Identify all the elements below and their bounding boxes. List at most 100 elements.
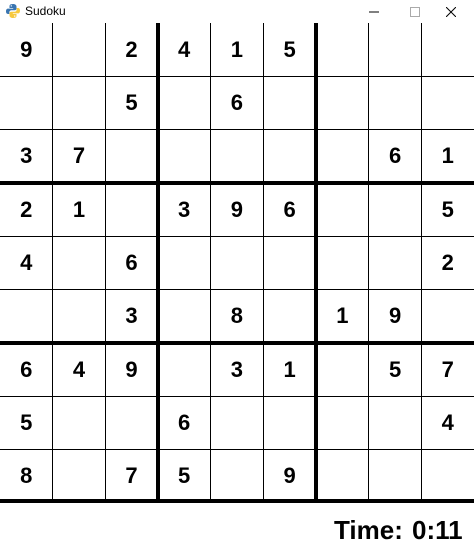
sudoku-cell-r5-c8[interactable] bbox=[369, 236, 422, 289]
sudoku-cell-r6-c8[interactable]: 9 bbox=[369, 290, 422, 343]
sudoku-cell-r4-c5[interactable]: 9 bbox=[211, 183, 264, 236]
sudoku-cell-r5-c6[interactable] bbox=[263, 236, 316, 289]
sudoku-cell-r9-c1[interactable]: 8 bbox=[0, 450, 53, 503]
minimize-button[interactable] bbox=[351, 0, 397, 23]
grid-line-vertical bbox=[368, 23, 370, 503]
sudoku-cell-r6-c5[interactable]: 8 bbox=[211, 290, 264, 343]
sudoku-cell-r2-c5[interactable]: 6 bbox=[211, 76, 264, 129]
sudoku-cell-r6-c4[interactable] bbox=[158, 290, 211, 343]
sudoku-cell-r4-c1[interactable]: 2 bbox=[0, 183, 53, 236]
sudoku-cell-r2-c3[interactable]: 5 bbox=[105, 76, 158, 129]
sudoku-cell-r9-c9[interactable] bbox=[421, 450, 474, 503]
sudoku-cell-r1-c4[interactable]: 4 bbox=[158, 23, 211, 76]
sudoku-cell-r3-c7[interactable] bbox=[316, 130, 369, 183]
sudoku-cell-r3-c1[interactable]: 3 bbox=[0, 130, 53, 183]
sudoku-cell-r4-c2[interactable]: 1 bbox=[53, 183, 106, 236]
sudoku-cell-r6-c3[interactable]: 3 bbox=[105, 290, 158, 343]
sudoku-cell-r7-c9[interactable]: 7 bbox=[421, 343, 474, 396]
sudoku-cell-r5-c3[interactable]: 6 bbox=[105, 236, 158, 289]
sudoku-cell-r8-c4[interactable]: 6 bbox=[158, 396, 211, 449]
sudoku-cell-r8-c7[interactable] bbox=[316, 396, 369, 449]
sudoku-cell-r3-c2[interactable]: 7 bbox=[53, 130, 106, 183]
sudoku-cell-r4-c6[interactable]: 6 bbox=[263, 183, 316, 236]
sudoku-cell-r1-c1[interactable]: 9 bbox=[0, 23, 53, 76]
sudoku-cell-r9-c8[interactable] bbox=[369, 450, 422, 503]
grid-line-vertical bbox=[104, 23, 106, 503]
sudoku-cell-r7-c8[interactable]: 5 bbox=[369, 343, 422, 396]
sudoku-cell-r5-c7[interactable] bbox=[316, 236, 369, 289]
sudoku-cell-r4-c4[interactable]: 3 bbox=[158, 183, 211, 236]
sudoku-cell-r6-c2[interactable] bbox=[53, 290, 106, 343]
grid-line-vertical bbox=[262, 23, 264, 503]
sudoku-cell-r8-c3[interactable] bbox=[105, 396, 158, 449]
minimize-icon bbox=[369, 11, 379, 12]
sudoku-cell-r1-c3[interactable]: 2 bbox=[105, 23, 158, 76]
timer-label: Time: bbox=[334, 515, 403, 545]
sudoku-cell-r5-c9[interactable]: 2 bbox=[421, 236, 474, 289]
sudoku-cell-r1-c8[interactable] bbox=[369, 23, 422, 76]
sudoku-cell-r7-c2[interactable]: 4 bbox=[53, 343, 106, 396]
sudoku-cell-r9-c6[interactable]: 9 bbox=[263, 450, 316, 503]
sudoku-cell-r9-c3[interactable]: 7 bbox=[105, 450, 158, 503]
sudoku-cell-r4-c7[interactable] bbox=[316, 183, 369, 236]
sudoku-cell-r8-c2[interactable] bbox=[53, 396, 106, 449]
sudoku-cell-r9-c5[interactable] bbox=[211, 450, 264, 503]
sudoku-cell-r5-c1[interactable]: 4 bbox=[0, 236, 53, 289]
sudoku-cell-r2-c8[interactable] bbox=[369, 76, 422, 129]
grid-line-horizontal bbox=[0, 449, 474, 451]
sudoku-cell-r7-c1[interactable]: 6 bbox=[0, 343, 53, 396]
sudoku-cell-r4-c9[interactable]: 5 bbox=[421, 183, 474, 236]
sudoku-cell-r2-c1[interactable] bbox=[0, 76, 53, 129]
sudoku-cell-r1-c2[interactable] bbox=[53, 23, 106, 76]
sudoku-cell-r1-c5[interactable]: 1 bbox=[211, 23, 264, 76]
sudoku-cell-r3-c8[interactable]: 6 bbox=[369, 130, 422, 183]
sudoku-cell-r4-c3[interactable] bbox=[105, 183, 158, 236]
sudoku-cell-r3-c4[interactable] bbox=[158, 130, 211, 183]
sudoku-cell-r7-c5[interactable]: 3 bbox=[211, 343, 264, 396]
sudoku-cell-r9-c2[interactable] bbox=[53, 450, 106, 503]
grid-line-vertical bbox=[420, 23, 422, 503]
sudoku-cell-r5-c5[interactable] bbox=[211, 236, 264, 289]
box-divider-horizontal bbox=[0, 341, 474, 345]
sudoku-cell-r2-c2[interactable] bbox=[53, 76, 106, 129]
sudoku-cell-r3-c3[interactable] bbox=[105, 130, 158, 183]
sudoku-cell-r8-c6[interactable] bbox=[263, 396, 316, 449]
sudoku-cell-r1-c9[interactable] bbox=[421, 23, 474, 76]
sudoku-cell-r8-c5[interactable] bbox=[211, 396, 264, 449]
title-bar: Sudoku bbox=[0, 0, 474, 23]
sudoku-cell-r6-c9[interactable] bbox=[421, 290, 474, 343]
close-button[interactable] bbox=[428, 0, 474, 23]
sudoku-cell-r7-c6[interactable]: 1 bbox=[263, 343, 316, 396]
grid-line-horizontal bbox=[0, 75, 474, 77]
box-divider-horizontal bbox=[0, 499, 474, 503]
sudoku-cell-r3-c9[interactable]: 1 bbox=[421, 130, 474, 183]
sudoku-cell-r6-c7[interactable]: 1 bbox=[316, 290, 369, 343]
sudoku-cell-r2-c7[interactable] bbox=[316, 76, 369, 129]
sudoku-board[interactable]: 92415563761213965462381964931575648759 bbox=[0, 23, 474, 503]
box-divider-vertical bbox=[155, 23, 160, 503]
sudoku-cell-r3-c5[interactable] bbox=[211, 130, 264, 183]
sudoku-cell-r7-c4[interactable] bbox=[158, 343, 211, 396]
sudoku-cell-r2-c6[interactable] bbox=[263, 76, 316, 129]
sudoku-cell-r8-c9[interactable]: 4 bbox=[421, 396, 474, 449]
sudoku-cell-r6-c6[interactable] bbox=[263, 290, 316, 343]
sudoku-cell-r4-c8[interactable] bbox=[369, 183, 422, 236]
sudoku-cell-r1-c6[interactable]: 5 bbox=[263, 23, 316, 76]
maximize-icon bbox=[410, 6, 420, 17]
box-divider-vertical bbox=[314, 23, 318, 503]
sudoku-cell-r7-c7[interactable] bbox=[316, 343, 369, 396]
sudoku-cell-r7-c3[interactable]: 9 bbox=[105, 343, 158, 396]
sudoku-cell-r9-c7[interactable] bbox=[316, 450, 369, 503]
sudoku-cell-r2-c9[interactable] bbox=[421, 76, 474, 129]
sudoku-cell-r8-c1[interactable]: 5 bbox=[0, 396, 53, 449]
sudoku-cell-r9-c4[interactable]: 5 bbox=[158, 450, 211, 503]
sudoku-cell-r3-c6[interactable] bbox=[263, 130, 316, 183]
grid-line-vertical bbox=[210, 23, 211, 503]
sudoku-cell-r6-c1[interactable] bbox=[0, 290, 53, 343]
sudoku-cell-r8-c8[interactable] bbox=[369, 396, 422, 449]
sudoku-cell-r5-c4[interactable] bbox=[158, 236, 211, 289]
grid-line-horizontal bbox=[0, 395, 474, 397]
sudoku-cell-r2-c4[interactable] bbox=[158, 76, 211, 129]
sudoku-cell-r5-c2[interactable] bbox=[53, 236, 106, 289]
sudoku-cell-r1-c7[interactable] bbox=[316, 23, 369, 76]
